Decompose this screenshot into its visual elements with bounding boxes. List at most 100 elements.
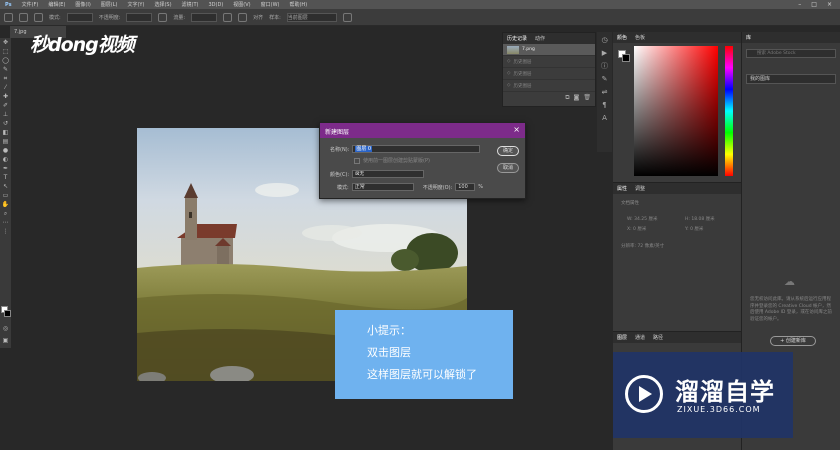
character-icon[interactable]: A (600, 113, 610, 123)
brush-settings-icon[interactable] (34, 12, 43, 22)
crop-tool-icon[interactable]: ⌗ (0, 74, 11, 83)
pressure-icon[interactable] (158, 12, 168, 22)
brush-settings-icon[interactable]: ✎ (600, 74, 610, 84)
quick-mask-icon[interactable]: ◎ (0, 325, 11, 334)
menu-window[interactable]: 窗口(W) (256, 1, 285, 8)
maximize-icon[interactable]: □ (811, 1, 817, 8)
dialog-close-icon[interactable]: × (513, 125, 520, 134)
color-picker-field[interactable] (634, 46, 718, 176)
color-bg-swatch[interactable] (622, 54, 630, 62)
color-select[interactable]: ⊠无 (352, 170, 425, 178)
history-brush-icon[interactable]: ↺ (0, 119, 11, 128)
airbrush-icon[interactable] (223, 12, 233, 22)
zoom-tool-icon[interactable]: ⌕ (0, 209, 11, 218)
brush-tool-icon[interactable]: ✐ (0, 101, 11, 110)
brush-icon[interactable] (19, 12, 28, 22)
library-select[interactable]: 我的图库 (746, 74, 836, 84)
ok-button[interactable]: 确定 (497, 146, 519, 156)
screen-mode-icon[interactable]: ▣ (0, 337, 11, 346)
eraser-icon[interactable]: ◧ (0, 128, 11, 137)
tab-channels[interactable]: 通道 (635, 334, 645, 341)
pen-tool-icon[interactable]: ✒ (0, 164, 11, 173)
opacity-input[interactable]: 100 (455, 183, 476, 191)
new-document-icon[interactable]: ⧉ (565, 94, 569, 102)
menu-layer[interactable]: 图层(L) (96, 1, 123, 8)
history-step[interactable]: ◇ 历史图层 (503, 68, 595, 80)
mode-select[interactable] (66, 12, 93, 22)
color-panel-tabs: 颜色 色板 (613, 32, 741, 43)
history-panel-tabs: 历史记录 动作 (503, 33, 595, 44)
properties-panel-tabs: 属性 调整 (613, 183, 741, 194)
sample-select[interactable]: 当前图层 (286, 12, 337, 22)
blur-icon[interactable]: ● (0, 146, 11, 155)
library-search-input[interactable]: 搜索 Adobe Stock (746, 49, 836, 58)
clone-stamp-icon[interactable]: ⊥ (0, 110, 11, 119)
marquee-tool-icon[interactable]: ⬚ (0, 47, 11, 56)
quick-select-icon[interactable]: ✎ (0, 65, 11, 74)
miaodong-watermark-logo: 秒dong视频 (30, 34, 135, 56)
shape-tool-icon[interactable]: ▭ (0, 191, 11, 200)
eyedropper-icon[interactable]: ⁄ (0, 83, 11, 92)
flow-label: 流量: (173, 14, 186, 21)
new-layer-dialog: 新建图层 × 名称(N): 图层 0 使用前一图层创建剪贴蒙版(P) 颜色(C)… (319, 122, 526, 199)
fg-bg-swatch[interactable] (1, 306, 11, 318)
tool-presets-icon[interactable]: ⇌ (600, 87, 610, 97)
tab-layers[interactable]: 图层 (617, 334, 627, 341)
clip-checkbox[interactable] (354, 157, 360, 164)
ps-logo-icon[interactable]: Ps (0, 2, 17, 8)
edit-toolbar-icon[interactable]: ⋮ (0, 227, 11, 236)
menu-edit[interactable]: 编辑(E) (43, 1, 70, 8)
tool-preset-icon[interactable] (4, 12, 13, 22)
tab-actions[interactable]: 动作 (535, 35, 545, 42)
cancel-button[interactable]: 取消 (497, 163, 519, 173)
camera-icon[interactable]: ◙ (574, 94, 580, 102)
healing-brush-icon[interactable]: ✚ (0, 92, 11, 101)
menu-view[interactable]: 视图(V) (228, 1, 255, 8)
lasso-tool-icon[interactable]: ◯ (0, 56, 11, 65)
gradient-icon[interactable]: ▤ (0, 137, 11, 146)
flow-input[interactable] (191, 12, 218, 22)
menu-image[interactable]: 图像(I) (70, 1, 95, 8)
trash-icon[interactable]: 🗑 (583, 94, 591, 102)
type-tool-icon[interactable]: T (0, 173, 11, 182)
tab-history[interactable]: 历史记录 (507, 35, 527, 42)
more-tools-icon[interactable]: ⋯ (0, 218, 11, 227)
tab-properties[interactable]: 属性 (617, 185, 627, 192)
mode-label: 模式: (49, 14, 61, 21)
create-library-button[interactable]: + 创建新库 (770, 336, 816, 346)
tab-color[interactable]: 颜色 (617, 34, 627, 41)
history-icon[interactable]: ◷ (600, 35, 610, 45)
path-select-icon[interactable]: ↖ (0, 182, 11, 191)
menu-file[interactable]: 文件(F) (17, 1, 44, 8)
history-footer: ⧉ ◙ 🗑 (503, 92, 595, 104)
tab-adjustments[interactable]: 调整 (635, 185, 645, 192)
menu-filter[interactable]: 滤镜(T) (177, 1, 204, 8)
tab-swatches[interactable]: 色板 (635, 34, 645, 41)
menu-3d[interactable]: 3D(D) (204, 2, 229, 8)
hue-slider[interactable] (725, 46, 733, 176)
history-snapshot[interactable]: 7.png (503, 44, 595, 56)
info-icon[interactable]: ⓘ (600, 61, 610, 71)
actions-play-icon[interactable]: ▶ (600, 48, 610, 58)
close-icon[interactable]: × (827, 1, 832, 8)
tab-paths[interactable]: 路径 (653, 334, 663, 341)
mode-select[interactable]: 正常 (351, 183, 414, 191)
layers-panel-tabs: 图层 通道 路径 (613, 332, 741, 343)
opacity-input[interactable] (126, 12, 153, 22)
hand-tool-icon[interactable]: ✋ (0, 200, 11, 209)
minimize-icon[interactable]: – (798, 1, 801, 8)
history-step[interactable]: ◇ 历史图层 (503, 56, 595, 68)
align-label: 对齐 (253, 14, 264, 21)
menu-select[interactable]: 选择(S) (149, 1, 176, 8)
menu-help[interactable]: 帮助(H) (284, 1, 312, 8)
layer-name-field[interactable]: 图层 0 (352, 145, 481, 153)
paragraph-icon[interactable]: ¶ (600, 100, 610, 110)
move-tool-icon[interactable]: ✥ (0, 38, 11, 47)
background-color-swatch[interactable] (4, 310, 11, 317)
ignore-adjust-icon[interactable] (342, 12, 352, 22)
menu-type[interactable]: 文字(Y) (122, 1, 149, 8)
align-checkbox[interactable] (238, 12, 248, 22)
history-step[interactable]: ◇ 历史图层 (503, 80, 595, 92)
tab-library[interactable]: 库 (746, 34, 751, 41)
dodge-icon[interactable]: ◐ (0, 155, 11, 164)
